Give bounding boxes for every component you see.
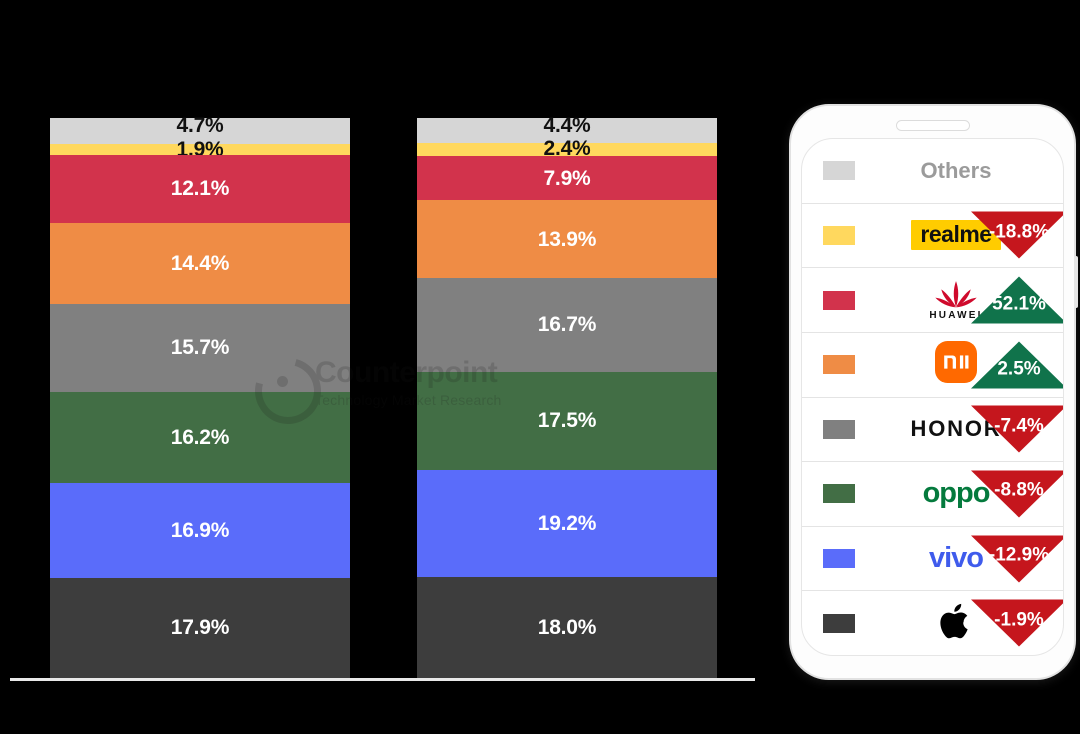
legend-color-swatch <box>823 355 855 375</box>
bar-segment-value: 4.4% <box>543 114 591 137</box>
legend-list: Others realme -18.8% HUAWEI 52.1% 2.5% HONOR -7… <box>801 138 1064 656</box>
legend-row-xiaomi[interactable]: 2.5% <box>802 333 1063 398</box>
legend-color-swatch <box>823 225 855 245</box>
change-indicator-up: 2.5% <box>971 341 1063 389</box>
bar-segment-xiaomi: 14.4% <box>50 222 350 304</box>
chart-baseline-axis <box>10 678 755 681</box>
bar-segment-value: 18.0% <box>537 616 597 640</box>
change-percent-value: -1.9% <box>994 609 1044 631</box>
bar-segment-vivo: 19.2% <box>417 469 717 578</box>
legend-color-swatch <box>823 613 855 633</box>
phone-side-button[interactable] <box>1074 256 1078 308</box>
legend-row-vivo[interactable]: vivo -12.9% <box>802 527 1063 592</box>
stacked-bar-2: 4.4% 2.4% 7.9% 13.9% 16.7% 17.5% 19.2% 18.0% <box>417 114 717 678</box>
stacked-bar-1: 4.7% 1.9% 12.1% 14.4% 15.7% 16.2% 16.9% 17.9% <box>50 114 350 678</box>
bar-segment-value: 17.9% <box>170 616 230 640</box>
legend-label-others: Others <box>920 157 992 183</box>
change-indicator-down: -12.9% <box>971 535 1063 583</box>
change-percent-value: 2.5% <box>997 358 1041 380</box>
change-indicator-down: -18.8% <box>971 211 1063 259</box>
phone-speaker-icon <box>895 120 970 131</box>
change-indicator-down: -1.9% <box>971 599 1063 647</box>
legend-row-honor[interactable]: HONOR -7.4% <box>802 398 1063 463</box>
legend-color-swatch <box>823 549 855 569</box>
legend-color-swatch <box>823 484 855 504</box>
bar-segment-huawei: 12.1% <box>50 155 350 223</box>
bar-segment-value: 16.2% <box>170 425 230 449</box>
bar-segment-apple: 18.0% <box>417 577 717 678</box>
legend-row-oppo[interactable]: oppo -8.8% <box>802 462 1063 527</box>
bar-segment-honor: 16.7% <box>417 278 717 372</box>
change-indicator-down: -7.4% <box>971 405 1063 453</box>
legend-brand-others: Others <box>855 139 1057 203</box>
legend-row-apple[interactable]: -1.9% <box>802 591 1063 655</box>
change-percent-value: -18.8% <box>988 221 1050 243</box>
bar-segment-value: 19.2% <box>537 511 597 535</box>
change-percent-value: -12.9% <box>988 544 1050 566</box>
bar-segment-huawei: 7.9% <box>417 156 717 201</box>
legend-row-realme[interactable]: realme -18.8% <box>802 204 1063 269</box>
bar-segment-value: 7.9% <box>543 166 591 190</box>
legend-row-huawei[interactable]: HUAWEI 52.1% <box>802 268 1063 333</box>
legend-color-swatch <box>823 419 855 439</box>
change-indicator-up: 52.1% <box>971 276 1063 324</box>
bar-segment-value: 16.7% <box>537 313 597 337</box>
bar-segment-value: 14.4% <box>170 251 230 275</box>
bar-segment-apple: 17.9% <box>50 577 350 678</box>
bar-segment-oppo: 17.5% <box>417 371 717 470</box>
bar-segment-realme: 1.9% <box>50 139 350 160</box>
bar-segment-value: 13.9% <box>537 227 597 251</box>
legend-row-others[interactable]: Others <box>802 139 1063 204</box>
bar-segment-value: 4.7% <box>176 114 224 137</box>
change-percent-value: -7.4% <box>994 415 1044 437</box>
bar-segment-value: 16.9% <box>170 518 230 542</box>
bar-segment-vivo: 16.9% <box>50 482 350 578</box>
legend-color-swatch <box>823 161 855 181</box>
bar-segment-realme: 2.4% <box>417 138 717 159</box>
change-percent-value: -8.8% <box>994 479 1044 501</box>
bar-segment-oppo: 16.2% <box>50 391 350 483</box>
bar-segment-xiaomi: 13.9% <box>417 200 717 279</box>
bar-segment-value: 15.7% <box>170 336 230 360</box>
stacked-bar-chart: 4.7% 1.9% 12.1% 14.4% 15.7% 16.2% 16.9% 17.9% 4… <box>0 0 780 734</box>
legend-color-swatch <box>823 290 855 310</box>
change-percent-value: 52.1% <box>992 293 1046 315</box>
bar-segment-honor: 15.7% <box>50 303 350 392</box>
phone-legend-frame: Others realme -18.8% HUAWEI 52.1% 2.5% HONOR -7… <box>789 104 1078 680</box>
change-indicator-down: -8.8% <box>971 470 1063 518</box>
apple-logo-icon <box>938 599 974 648</box>
bar-segment-value: 12.1% <box>170 177 230 201</box>
bar-segment-value: 17.5% <box>537 409 597 433</box>
